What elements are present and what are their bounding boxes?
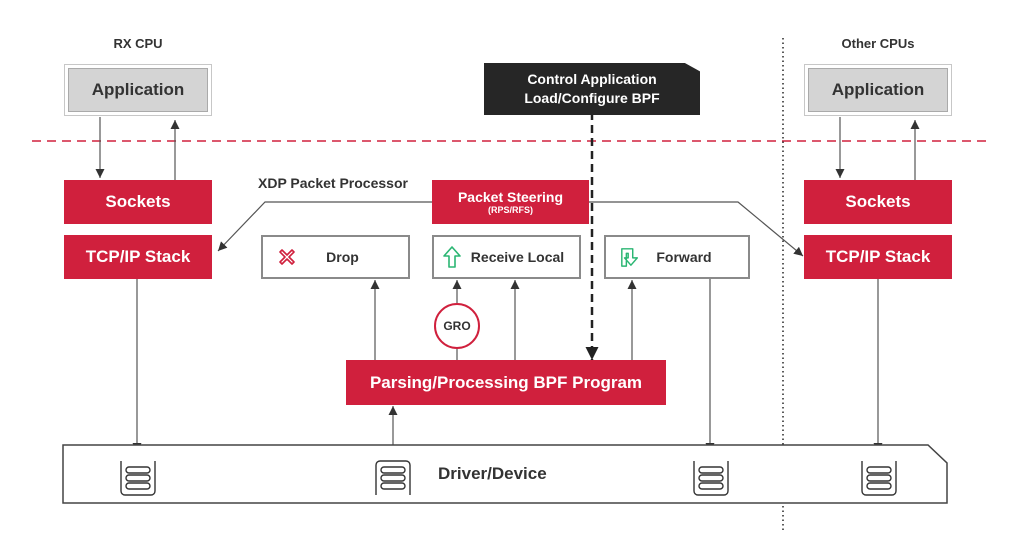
xdp-title: XDP Packet Processor xyxy=(258,175,408,191)
rx-sockets-box: Sockets xyxy=(64,180,212,224)
x-icon xyxy=(277,247,297,267)
up-arrow-icon xyxy=(442,246,462,268)
action-forward: Forward xyxy=(604,235,750,279)
bpf-program-box: Parsing/Processing BPF Program xyxy=(346,360,666,405)
control-application-box: Control Application Load/Configure BPF xyxy=(484,63,700,115)
steering-sub: (RPS/RFS) xyxy=(488,205,533,215)
action-drop: Drop xyxy=(261,235,410,279)
packet-steering-box: Packet Steering (RPS/RFS) xyxy=(432,180,589,224)
rx-application-box: Application xyxy=(65,65,211,115)
action-label: Forward xyxy=(656,249,712,265)
rx-tcpip-box: TCP/IP Stack xyxy=(64,235,212,279)
control-line1: Control Application xyxy=(527,71,657,87)
forward-arrow-icon xyxy=(620,247,640,267)
action-label: Drop xyxy=(326,249,359,265)
control-line2: Load/Configure BPF xyxy=(524,90,660,106)
other-cpus-label: Other CPUs xyxy=(841,36,915,51)
steering-label: Packet Steering xyxy=(457,189,564,205)
other-tcpip-box: TCP/IP Stack xyxy=(804,235,952,279)
gro-circle: GRO xyxy=(434,303,480,349)
rx-cpu-label: RX CPU xyxy=(113,36,163,51)
action-receive-local: Receive Local xyxy=(432,235,581,279)
other-sockets-box: Sockets xyxy=(804,180,952,224)
action-label: Receive Local xyxy=(470,249,565,265)
other-application-box: Application xyxy=(805,65,951,115)
driver-device-label: Driver/Device xyxy=(438,464,547,483)
